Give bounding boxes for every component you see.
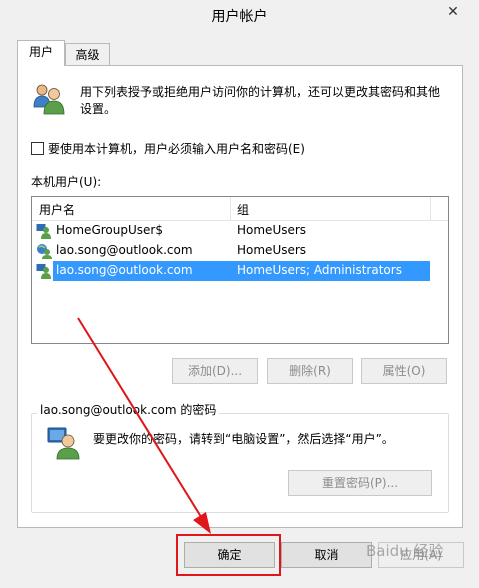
- user-group-cell: HomeUsers: [237, 223, 307, 237]
- column-divider[interactable]: [430, 197, 431, 221]
- ok-button-highlight-box: [176, 534, 281, 576]
- user-account-icon: [36, 223, 52, 239]
- user-name-cell: lao.song@outlook.com: [56, 243, 193, 257]
- description-line-1: 用下列表授予或拒绝用户访问你的计算机，还可以更改其密码和其他: [80, 85, 441, 99]
- window-title: 用户帐户: [211, 9, 268, 25]
- description-line-2: 设置。: [80, 102, 117, 116]
- local-users-label: 本机用户(U):: [31, 175, 102, 189]
- password-group-title: lao.song@outlook.com 的密码: [37, 401, 220, 418]
- watermark: Baidu 经验: [366, 542, 444, 560]
- reset-password-button[interactable]: 重置密码(P)...: [288, 470, 432, 496]
- column-header-group[interactable]: 组: [237, 201, 249, 218]
- users-list[interactable]: 用户名 组 HomeGroupUser$ HomeUsers lao.song@…: [31, 196, 449, 344]
- close-icon: ✕: [447, 4, 459, 20]
- table-row[interactable]: lao.song@outlook.com HomeUsers: [32, 241, 448, 261]
- user-key-icon: [46, 426, 80, 460]
- table-row-selected[interactable]: lao.song@outlook.com HomeUsers; Administ…: [53, 261, 430, 281]
- tab-users-label: 用户: [28, 45, 53, 59]
- close-button[interactable]: ✕: [434, 1, 472, 23]
- properties-button[interactable]: 属性(O): [361, 358, 447, 384]
- user-name-cell: HomeGroupUser$: [56, 223, 163, 237]
- require-password-label[interactable]: 要使用本计算机，用户必须输入用户名和密码(E): [48, 140, 305, 157]
- user-account-icon: [36, 263, 52, 279]
- remove-user-button[interactable]: 删除(R): [267, 358, 353, 384]
- users-icon: [31, 83, 67, 115]
- user-group-cell: HomeUsers; Administrators: [237, 263, 402, 277]
- require-password-checkbox[interactable]: [31, 142, 44, 155]
- tab-advanced[interactable]: 高级: [65, 43, 110, 67]
- table-row[interactable]: HomeGroupUser$ HomeUsers: [32, 221, 448, 241]
- tab-advanced-label: 高级: [75, 48, 100, 62]
- column-header-username[interactable]: 用户名: [39, 201, 75, 218]
- column-divider[interactable]: [230, 197, 231, 221]
- users-list-header: 用户名 组: [32, 197, 448, 221]
- add-user-button[interactable]: 添加(D)...: [172, 358, 258, 384]
- password-group-box: [31, 413, 449, 513]
- tab-users[interactable]: 用户: [17, 40, 65, 66]
- user-group-cell: HomeUsers: [237, 243, 307, 257]
- password-message: 要更改你的密码，请转到“电脑设置”，然后选择“用户”。: [93, 432, 394, 446]
- user-account-icon: [36, 243, 52, 259]
- user-name-cell: lao.song@outlook.com: [56, 263, 193, 277]
- cancel-button[interactable]: 取消: [281, 542, 372, 568]
